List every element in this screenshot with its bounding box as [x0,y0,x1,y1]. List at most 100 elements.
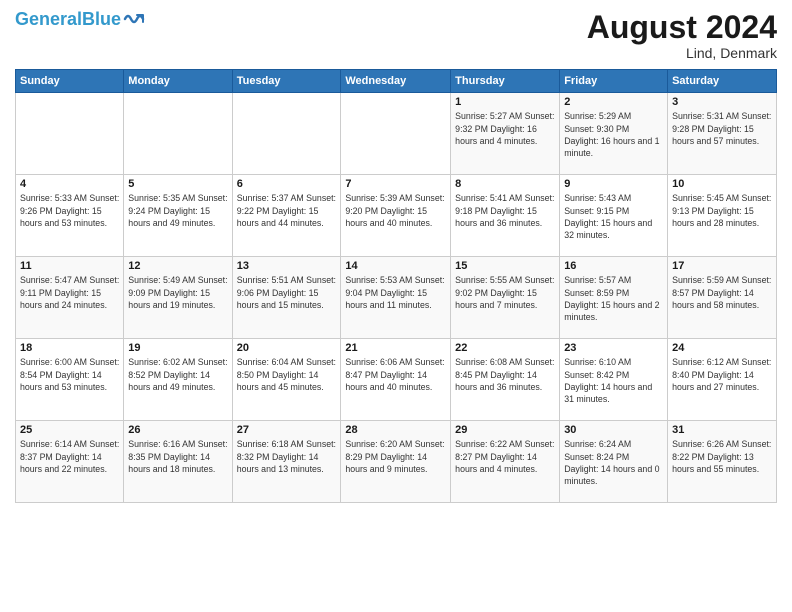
table-row: 15 Sunrise: 5:55 AM Sunset: 9:02 PM Dayli… [451,257,560,339]
table-row: 26 Sunrise: 6:16 AM Sunset: 8:35 PM Dayli… [124,421,232,503]
col-saturday: Saturday [668,70,777,93]
calendar-table: Sunday Monday Tuesday Wednesday Thursday… [15,69,777,503]
day-info: Sunrise: 5:35 AM Sunset: 9:24 PM Dayligh… [128,192,227,229]
table-row: 17Sunrise: 5:59 AM Sunset: 8:57 PM Dayli… [668,257,777,339]
day-number: 18 [20,342,119,354]
table-row [124,93,232,175]
day-info: Sunrise: 6:22 AM Sunset: 8:27 PM Dayligh… [455,438,555,475]
month-year-title: August 2024 [587,10,777,45]
day-number: 10 [672,178,772,190]
day-number: 17 [672,260,772,272]
day-number: 25 [20,424,119,436]
day-info: Sunrise: 5:39 AM Sunset: 9:20 PM Dayligh… [345,192,446,229]
table-row: 14 Sunrise: 5:53 AM Sunset: 9:04 PM Dayli… [341,257,451,339]
table-row: 27Sunrise: 6:18 AM Sunset: 8:32 PM Dayli… [232,421,341,503]
day-info: Sunrise: 5:49 AM Sunset: 9:09 PM Dayligh… [128,274,227,311]
day-number: 26 [128,424,227,436]
day-info: Sunrise: 5:57 AM Sunset: 8:59 PM Dayligh… [564,274,663,323]
table-row: 7 Sunrise: 5:39 AM Sunset: 9:20 PM Daylig… [341,175,451,257]
day-info: Sunrise: 5:37 AM Sunset: 9:22 PM Dayligh… [237,192,337,229]
day-info: Sunrise: 5:33 AM Sunset: 9:26 PM Dayligh… [20,192,119,229]
day-info: Sunrise: 6:10 AM Sunset: 8:42 PM Dayligh… [564,356,663,405]
day-number: 31 [672,424,772,436]
table-row: 3 Sunrise: 5:31 AM Sunset: 9:28 PM Daylig… [668,93,777,175]
table-row: 5Sunrise: 5:35 AM Sunset: 9:24 PM Daylig… [124,175,232,257]
day-number: 6 [237,178,337,190]
day-number: 23 [564,342,663,354]
table-row: 6 Sunrise: 5:37 AM Sunset: 9:22 PM Daylig… [232,175,341,257]
location-subtitle: Lind, Denmark [587,45,777,61]
day-info: Sunrise: 5:31 AM Sunset: 9:28 PM Dayligh… [672,110,772,147]
calendar-week-row: 4 Sunrise: 5:33 AM Sunset: 9:26 PM Daylig… [16,175,777,257]
day-number: 30 [564,424,663,436]
table-row: 22Sunrise: 6:08 AM Sunset: 8:45 PM Dayli… [451,339,560,421]
day-info: Sunrise: 5:53 AM Sunset: 9:04 PM Dayligh… [345,274,446,311]
day-info: Sunrise: 6:16 AM Sunset: 8:35 PM Dayligh… [128,438,227,475]
table-row [16,93,124,175]
day-info: Sunrise: 6:06 AM Sunset: 8:47 PM Dayligh… [345,356,446,393]
table-row: 9 Sunrise: 5:43 AM Sunset: 9:15 PM Daylig… [560,175,668,257]
logo-text: GeneralBlue [15,10,121,28]
day-number: 22 [455,342,555,354]
title-block: August 2024 Lind, Denmark [587,10,777,61]
calendar-header-row: Sunday Monday Tuesday Wednesday Thursday… [16,70,777,93]
day-info: Sunrise: 6:20 AM Sunset: 8:29 PM Dayligh… [345,438,446,475]
day-number: 11 [20,260,119,272]
table-row: 13Sunrise: 5:51 AM Sunset: 9:06 PM Dayli… [232,257,341,339]
day-info: Sunrise: 6:14 AM Sunset: 8:37 PM Dayligh… [20,438,119,475]
logo: GeneralBlue [15,10,145,28]
page-container: GeneralBlue August 2024 Lind, Denmark Su… [0,0,792,612]
col-thursday: Thursday [451,70,560,93]
day-number: 28 [345,424,446,436]
calendar-week-row: 1Sunrise: 5:27 AM Sunset: 9:32 PM Daylig… [16,93,777,175]
day-info: Sunrise: 6:12 AM Sunset: 8:40 PM Dayligh… [672,356,772,393]
day-number: 29 [455,424,555,436]
table-row: 12 Sunrise: 5:49 AM Sunset: 9:09 PM Dayli… [124,257,232,339]
day-info: Sunrise: 6:24 AM Sunset: 8:24 PM Dayligh… [564,438,663,487]
table-row [232,93,341,175]
day-number: 24 [672,342,772,354]
day-number: 2 [564,96,663,108]
table-row: 4 Sunrise: 5:33 AM Sunset: 9:26 PM Daylig… [16,175,124,257]
day-info: Sunrise: 5:47 AM Sunset: 9:11 PM Dayligh… [20,274,119,311]
day-info: Sunrise: 6:04 AM Sunset: 8:50 PM Dayligh… [237,356,337,393]
day-number: 13 [237,260,337,272]
table-row: 24 Sunrise: 6:12 AM Sunset: 8:40 PM Dayli… [668,339,777,421]
day-number: 14 [345,260,446,272]
day-info: Sunrise: 6:02 AM Sunset: 8:52 PM Dayligh… [128,356,227,393]
day-info: Sunrise: 5:55 AM Sunset: 9:02 PM Dayligh… [455,274,555,311]
day-number: 7 [345,178,446,190]
day-number: 4 [20,178,119,190]
table-row: 29 Sunrise: 6:22 AM Sunset: 8:27 PM Dayli… [451,421,560,503]
day-number: 9 [564,178,663,190]
calendar-week-row: 11 Sunrise: 5:47 AM Sunset: 9:11 PM Dayli… [16,257,777,339]
day-info: Sunrise: 5:43 AM Sunset: 9:15 PM Dayligh… [564,192,663,241]
col-sunday: Sunday [16,70,124,93]
table-row: 8 Sunrise: 5:41 AM Sunset: 9:18 PM Daylig… [451,175,560,257]
table-row: 31Sunrise: 6:26 AM Sunset: 8:22 PM Dayli… [668,421,777,503]
table-row: 28 Sunrise: 6:20 AM Sunset: 8:29 PM Dayli… [341,421,451,503]
header: GeneralBlue August 2024 Lind, Denmark [15,10,777,61]
day-info: Sunrise: 6:00 AM Sunset: 8:54 PM Dayligh… [20,356,119,393]
table-row: 18 Sunrise: 6:00 AM Sunset: 8:54 PM Dayli… [16,339,124,421]
table-row: 30 Sunrise: 6:24 AM Sunset: 8:24 PM Dayli… [560,421,668,503]
table-row [341,93,451,175]
calendar-week-row: 18 Sunrise: 6:00 AM Sunset: 8:54 PM Dayli… [16,339,777,421]
table-row: 11 Sunrise: 5:47 AM Sunset: 9:11 PM Dayli… [16,257,124,339]
day-number: 21 [345,342,446,354]
day-number: 27 [237,424,337,436]
logo-wave-icon [123,10,145,28]
table-row: 20Sunrise: 6:04 AM Sunset: 8:50 PM Dayli… [232,339,341,421]
day-number: 1 [455,96,555,108]
day-info: Sunrise: 5:41 AM Sunset: 9:18 PM Dayligh… [455,192,555,229]
day-number: 12 [128,260,227,272]
col-monday: Monday [124,70,232,93]
table-row: 23 Sunrise: 6:10 AM Sunset: 8:42 PM Dayli… [560,339,668,421]
table-row: 1Sunrise: 5:27 AM Sunset: 9:32 PM Daylig… [451,93,560,175]
day-number: 8 [455,178,555,190]
day-number: 3 [672,96,772,108]
col-friday: Friday [560,70,668,93]
col-tuesday: Tuesday [232,70,341,93]
table-row: 21 Sunrise: 6:06 AM Sunset: 8:47 PM Dayli… [341,339,451,421]
day-number: 15 [455,260,555,272]
